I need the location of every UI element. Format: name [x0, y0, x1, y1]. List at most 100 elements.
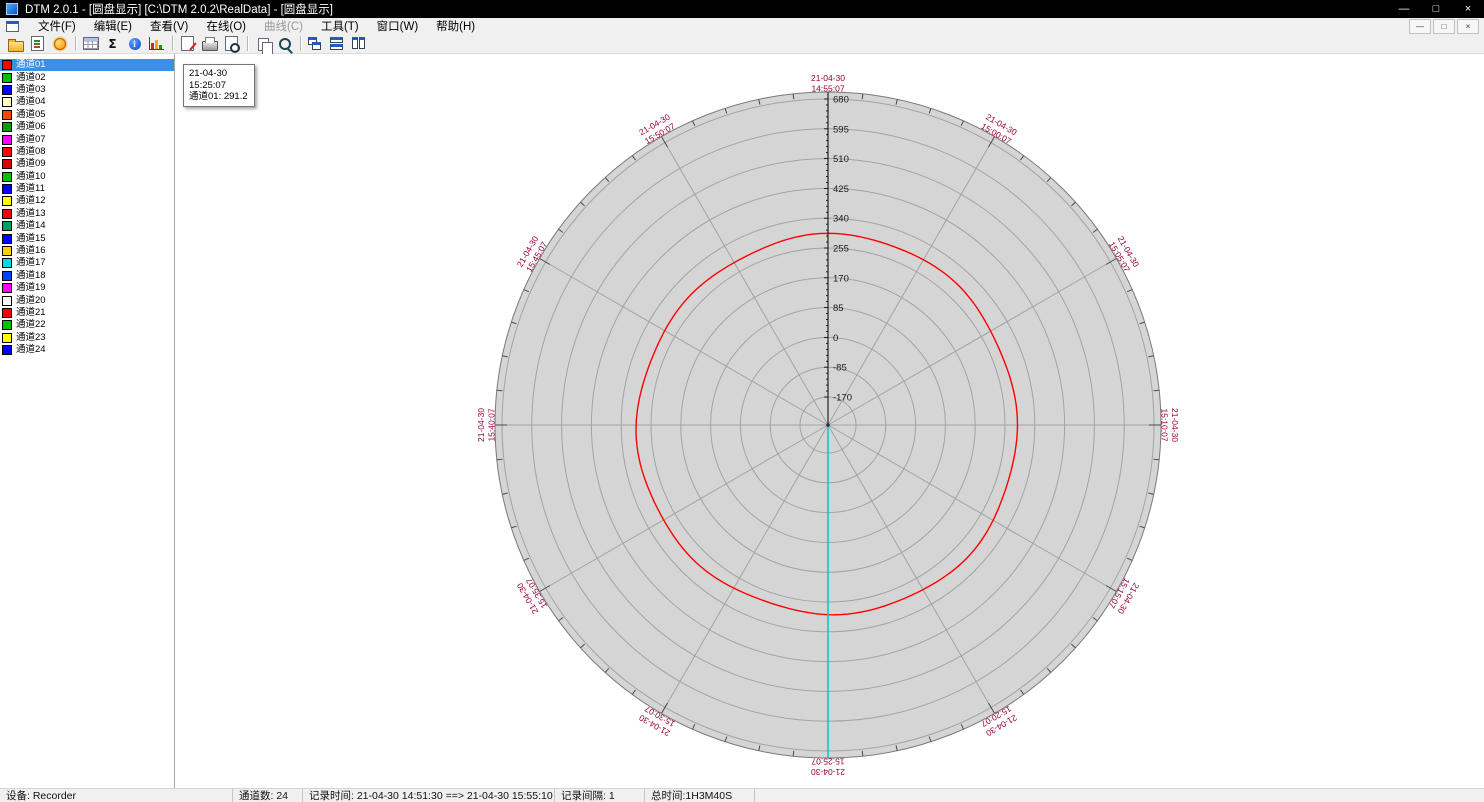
mdi-window-controls: — □ × — [1407, 19, 1479, 34]
menu-item[interactable]: 文件(F) — [29, 17, 85, 35]
status-total-time: 总时间:1H3M40S — [645, 789, 755, 802]
sum-button[interactable]: Σ — [102, 34, 123, 53]
mdi-close-button[interactable]: × — [1457, 19, 1479, 34]
export-data-icon — [31, 36, 44, 51]
channel-item[interactable]: 通道14 — [0, 220, 174, 232]
channel-item[interactable]: 通道01 — [0, 59, 174, 71]
cascade-windows-button[interactable] — [305, 34, 326, 53]
toolbar-separator — [247, 36, 248, 51]
settings-button[interactable] — [49, 34, 70, 53]
channel-item[interactable]: 通道23 — [0, 332, 174, 344]
export-data-button[interactable] — [27, 34, 48, 53]
channel-item[interactable]: 通道18 — [0, 270, 174, 282]
channel-color-icon — [2, 184, 12, 194]
window-controls: — □ × — [1388, 0, 1484, 18]
minimize-button[interactable]: — — [1388, 0, 1420, 18]
value-axis-label: -170 — [833, 393, 852, 404]
close-button[interactable]: × — [1452, 0, 1484, 18]
polar-chart[interactable]: 680595510425340255170850-85-17021-04-301… — [176, 54, 1484, 788]
channel-label: 通道08 — [16, 146, 46, 158]
channel-item[interactable]: 通道12 — [0, 195, 174, 207]
channel-color-icon — [2, 308, 12, 318]
value-axis-label: -85 — [833, 363, 847, 374]
tooltip-value: 通道01: 291.2 — [189, 91, 248, 103]
time-label: 21-04-3015:10:07 — [1160, 408, 1181, 442]
channel-color-icon — [2, 333, 12, 343]
print-preview-button[interactable] — [221, 34, 242, 53]
mdi-child-icon[interactable] — [6, 21, 19, 32]
channel-label: 通道04 — [16, 96, 46, 108]
channel-color-icon — [2, 234, 12, 244]
channel-color-icon — [2, 60, 12, 70]
info-icon: i — [129, 38, 141, 50]
maximize-button[interactable]: □ — [1420, 0, 1452, 18]
channel-color-icon — [2, 320, 12, 330]
channel-item[interactable]: 通道10 — [0, 171, 174, 183]
tile-vertical-icon — [352, 36, 368, 52]
mdi-minimize-button[interactable]: — — [1409, 19, 1431, 34]
channel-item[interactable]: 通道17 — [0, 257, 174, 269]
channel-item[interactable]: 通道20 — [0, 294, 174, 306]
zoom-button[interactable] — [274, 34, 295, 53]
value-axis-label: 510 — [833, 154, 849, 165]
channel-item[interactable]: 通道06 — [0, 121, 174, 133]
channel-color-icon — [2, 271, 12, 281]
menu-item[interactable]: 编辑(E) — [85, 17, 141, 35]
tile-horizontal-icon — [330, 36, 346, 52]
app-icon[interactable] — [6, 3, 18, 15]
channel-color-icon — [2, 221, 12, 231]
app-window: DTM 2.0.1 - [圆盘显示] [C:\DTM 2.0.2\RealDat… — [0, 0, 1484, 802]
menu-bar: 文件(F)编辑(E)查看(V)在线(O)曲线(C)工具(T)窗口(W)帮助(H)… — [0, 18, 1484, 34]
channel-color-icon — [2, 283, 12, 293]
data-table-button[interactable] — [80, 34, 101, 53]
tooltip-date: 21-04-30 — [189, 68, 248, 80]
copy-button[interactable] — [252, 34, 273, 53]
time-label: 21-04-3015:25:07 — [811, 757, 845, 778]
menu-item[interactable]: 帮助(H) — [427, 17, 484, 35]
print-button[interactable] — [199, 34, 220, 53]
value-axis-label: 340 — [833, 214, 849, 225]
zoom-icon — [279, 38, 291, 50]
info-button[interactable]: i — [124, 34, 145, 53]
value-axis-label: 0 — [833, 333, 838, 344]
channel-item[interactable]: 通道02 — [0, 71, 174, 83]
channel-item[interactable]: 通道11 — [0, 183, 174, 195]
channel-color-icon — [2, 209, 12, 219]
channel-color-icon — [2, 122, 12, 132]
channel-label: 通道16 — [16, 245, 46, 257]
tile-vertical-button[interactable] — [349, 34, 370, 53]
channel-item[interactable]: 通道13 — [0, 208, 174, 220]
menu-item[interactable]: 查看(V) — [141, 17, 197, 35]
channel-label: 通道21 — [16, 307, 46, 319]
menu-item[interactable]: 窗口(W) — [368, 17, 428, 35]
menu-item[interactable]: 工具(T) — [312, 17, 368, 35]
menu-item[interactable]: 在线(O) — [197, 17, 255, 35]
channel-label: 通道18 — [16, 270, 46, 282]
channel-label: 通道02 — [16, 72, 46, 84]
channel-item[interactable]: 通道22 — [0, 319, 174, 331]
channel-label: 通道22 — [16, 319, 46, 331]
channel-color-icon — [2, 196, 12, 206]
channel-item[interactable]: 通道03 — [0, 84, 174, 96]
statistics-chart-button[interactable] — [146, 34, 167, 53]
window-title: DTM 2.0.1 - [圆盘显示] [C:\DTM 2.0.2\RealDat… — [25, 1, 333, 17]
channel-item[interactable]: 通道08 — [0, 146, 174, 158]
channel-item[interactable]: 通道04 — [0, 96, 174, 108]
channel-item[interactable]: 通道21 — [0, 307, 174, 319]
status-interval: 记录间隔: 1 — [555, 789, 645, 802]
edit-page-button[interactable] — [177, 34, 198, 53]
value-axis-label: 680 — [833, 95, 849, 106]
channel-item[interactable]: 通道19 — [0, 282, 174, 294]
channel-item[interactable]: 通道05 — [0, 109, 174, 121]
channel-item[interactable]: 通道24 — [0, 344, 174, 356]
status-channel-count: 通道数: 24 — [233, 789, 303, 802]
mdi-restore-button[interactable]: □ — [1433, 19, 1455, 34]
open-file-button[interactable] — [5, 34, 26, 53]
settings-icon — [54, 38, 66, 50]
channel-item[interactable]: 通道16 — [0, 245, 174, 257]
channel-item[interactable]: 通道09 — [0, 158, 174, 170]
channel-label: 通道10 — [16, 171, 46, 183]
channel-item[interactable]: 通道15 — [0, 232, 174, 244]
tile-horizontal-button[interactable] — [327, 34, 348, 53]
channel-item[interactable]: 通道07 — [0, 133, 174, 145]
